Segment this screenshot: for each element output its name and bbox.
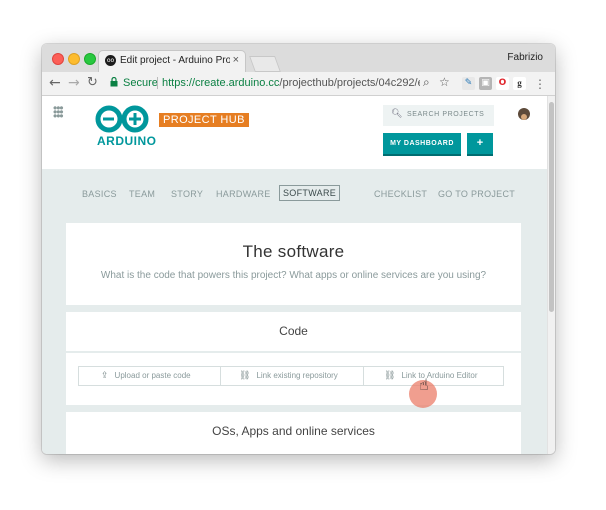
lock-icon — [110, 77, 118, 87]
code-title: Code — [279, 324, 308, 338]
button-divider — [363, 367, 364, 385]
tab-story[interactable]: STORY — [171, 189, 203, 199]
services-title: OSs, Apps and online services — [212, 424, 375, 438]
forward-arrow-icon[interactable]: → — [68, 75, 80, 91]
bookmark-star-icon[interactable]: ☆ — [439, 75, 450, 89]
link-arduino-editor-label: Link to Arduino Editor — [401, 371, 478, 380]
button-divider — [220, 367, 221, 385]
arduino-logo-icon[interactable] — [94, 104, 154, 134]
minimize-window-button[interactable] — [68, 53, 80, 65]
grammar-extension-icon[interactable]: g — [513, 77, 526, 90]
browser-window: oo Edit project - Arduino Project Hub × … — [42, 44, 555, 454]
title-bar: oo Edit project - Arduino Project Hub × … — [42, 44, 555, 72]
browser-tab[interactable]: oo Edit project - Arduino Project Hub × — [98, 50, 246, 72]
section-subtitle: What is the code that powers this projec… — [100, 270, 487, 281]
brand-wordmark: ARDUINO — [97, 134, 157, 148]
tab-team[interactable]: TEAM — [129, 189, 155, 199]
avatar[interactable] — [518, 108, 530, 120]
opera-extension-icon[interactable]: O — [496, 77, 509, 90]
search-placeholder: SEARCH PROJECTS — [407, 111, 485, 118]
project-editor-tabs: BASICS TEAM STORY HARDWARE SOFTWARE CHEC… — [42, 169, 547, 213]
tab-go-to-project[interactable]: GO TO PROJECT — [438, 189, 515, 199]
link-repository-button[interactable]: ⛓ Link existing repository — [239, 367, 338, 385]
maximize-window-button[interactable] — [84, 53, 96, 65]
search-projects-input[interactable]: 🔍︎ SEARCH PROJECTS — [383, 105, 494, 126]
tab-hardware[interactable]: HARDWARE — [216, 189, 271, 199]
secure-label: Secure — [123, 77, 158, 89]
tab-title: Edit project - Arduino Project Hub — [120, 55, 230, 66]
link-icon: ⛓ — [239, 371, 251, 381]
reload-icon[interactable]: ↻ — [87, 75, 98, 91]
search-icon: 🔍︎ — [391, 108, 403, 118]
url-path: /projecthub/projects/04c292/e... — [279, 77, 420, 89]
my-dashboard-button[interactable]: MY DASHBOARD — [383, 133, 461, 154]
section-title: The software — [242, 242, 345, 261]
address-divider — [157, 77, 158, 89]
scrollbar-thumb[interactable] — [549, 102, 554, 312]
project-hub-badge: PROJECT HUB — [159, 113, 249, 127]
tab-basics[interactable]: BASICS — [82, 189, 117, 199]
upload-icon: ⇪ — [101, 371, 109, 381]
close-window-button[interactable] — [52, 53, 64, 65]
hand-cursor-icon: ☝ — [419, 375, 429, 394]
code-options-group: ⇪ Upload or paste code ⛓ Link existing rep… — [78, 366, 504, 386]
extension-box-icon[interactable]: ▣ — [479, 77, 492, 90]
code-header-card: Code — [66, 312, 521, 351]
software-intro-card: The software What is the code that power… — [66, 223, 521, 305]
add-project-button[interactable]: + — [467, 133, 493, 154]
url-text[interactable]: https://create.arduino.cc/projecthub/pro… — [162, 77, 420, 89]
page-content: ••• ••• ••• ARDUINO PROJECT HUB 🔍︎ SEARCH … — [42, 96, 547, 454]
address-bar[interactable]: Secure https://create.arduino.cc/project… — [106, 74, 450, 92]
new-tab-button[interactable] — [249, 56, 281, 72]
services-card: OSs, Apps and online services — [66, 412, 521, 454]
upload-code-button[interactable]: ⇪ Upload or paste code — [101, 367, 191, 385]
tab-checklist[interactable]: CHECKLIST — [374, 189, 427, 199]
apps-grid-icon[interactable]: ••• ••• ••• — [53, 102, 64, 122]
back-arrow-icon[interactable]: ← — [49, 75, 61, 91]
page-scrollbar[interactable] — [547, 96, 555, 454]
extension-tag-icon[interactable]: ✎ — [462, 77, 475, 90]
link-repository-label: Link existing repository — [256, 371, 338, 380]
url-host: https://create.arduino.cc — [162, 77, 280, 89]
profile-name[interactable]: Fabrizio — [507, 52, 543, 63]
code-options-card: ⇪ Upload or paste code ⛓ Link existing rep… — [66, 353, 521, 405]
tab-software[interactable]: SOFTWARE — [279, 185, 341, 201]
zoom-search-icon[interactable]: ⌕ — [423, 75, 430, 90]
menu-kebab-icon[interactable]: ⋮ — [534, 76, 546, 92]
arduino-favicon-icon: oo — [105, 55, 116, 66]
tab-close-icon[interactable]: × — [233, 54, 239, 66]
browser-toolbar: ← → ↻ Secure https://create.arduino.cc/p… — [42, 72, 555, 96]
site-header: ••• ••• ••• ARDUINO PROJECT HUB 🔍︎ SEARCH … — [42, 96, 547, 169]
link-icon: ⛓ — [384, 371, 396, 381]
upload-code-label: Upload or paste code — [114, 371, 191, 380]
